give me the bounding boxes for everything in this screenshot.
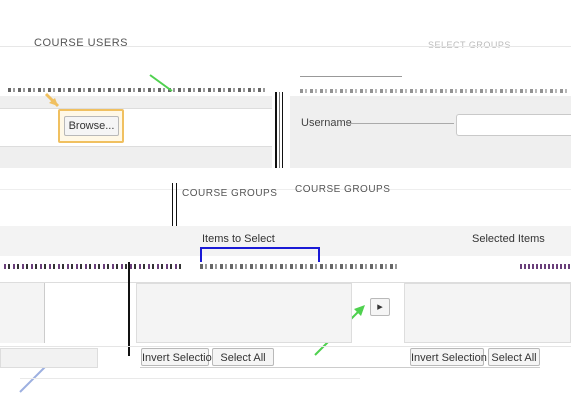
buttons-underline [140, 367, 540, 368]
mid-divider [0, 189, 571, 190]
garbled-list-row-2 [200, 264, 400, 269]
left-list-edge [0, 283, 45, 343]
left-partial-button [0, 348, 98, 368]
list-separator-dark [128, 262, 130, 356]
callout-arrows-layer [19, 74, 365, 393]
garbled-list-row-3 [520, 264, 570, 269]
course-groups-heading-right: COURSE GROUPS [295, 184, 391, 195]
invert-selection-left-button[interactable]: Invert Selection [141, 348, 218, 366]
items-to-select-label: Items to Select [202, 233, 275, 245]
selected-items-listbox[interactable] [404, 283, 571, 343]
selected-items-label: Selected Items [472, 233, 545, 245]
footer-line [20, 378, 360, 379]
garbled-list-row-1 [4, 264, 184, 269]
bottom-divider [0, 346, 571, 347]
invert-selection-right-button[interactable]: Invert Selection [410, 348, 487, 366]
items-to-select-listbox[interactable] [136, 283, 352, 343]
green-callout-arrow-top [149, 74, 173, 92]
course-groups-heading-left: COURSE GROUPS [182, 188, 278, 199]
select-all-right-button[interactable]: Select All [488, 348, 540, 366]
move-right-button[interactable]: ▸ [370, 298, 390, 316]
items-select-highlight [200, 247, 320, 262]
select-all-left-button[interactable]: Select All [212, 348, 274, 366]
